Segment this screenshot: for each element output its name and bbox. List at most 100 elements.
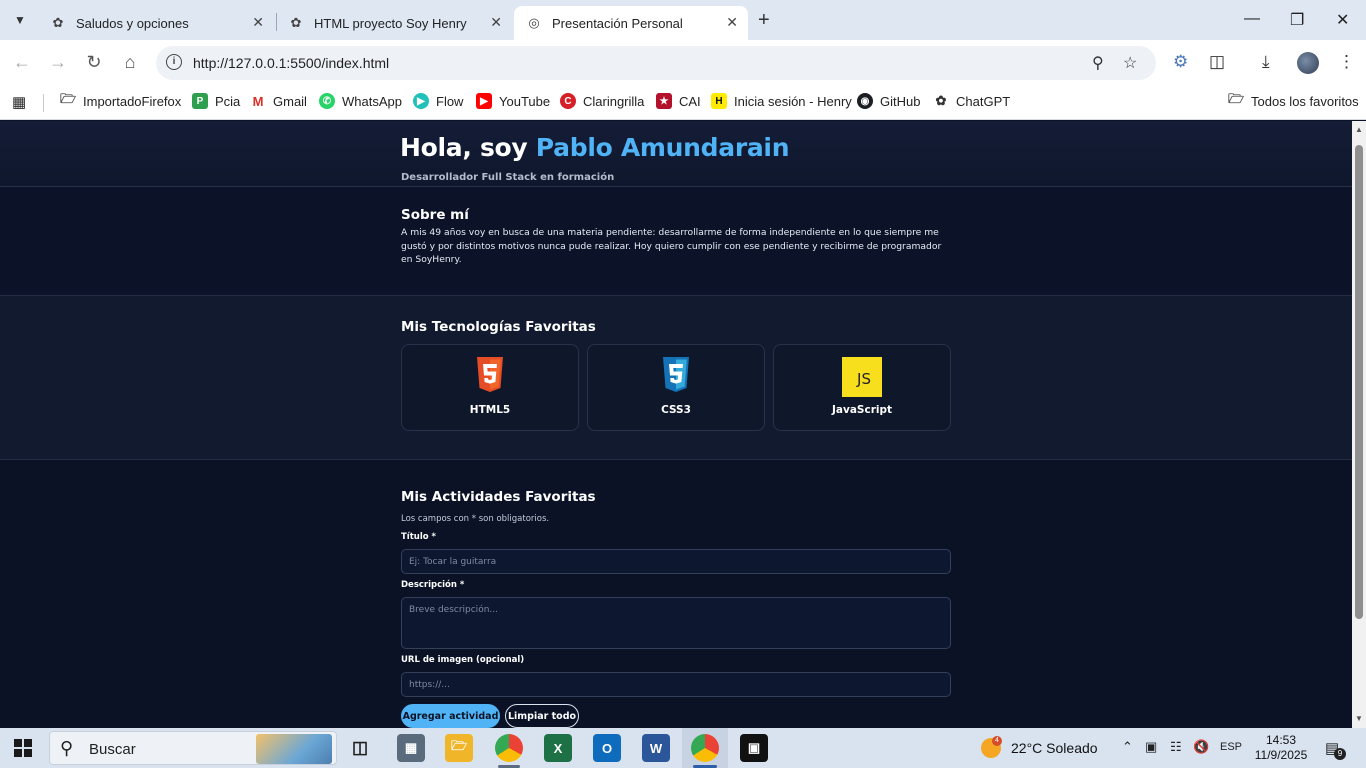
description-label: Descripción * — [401, 580, 465, 590]
scrollbar-thumb[interactable] — [1355, 145, 1363, 619]
close-icon[interactable]: ✕ — [252, 14, 264, 31]
description-textarea[interactable]: Breve descripción... — [401, 597, 951, 649]
scroll-down-icon[interactable]: ▼ — [1355, 714, 1363, 723]
chatgpt-icon: ✿ — [52, 15, 64, 30]
restore-icon[interactable]: ❐ — [1290, 10, 1304, 30]
bookmark-claringrilla[interactable]: C Claringrilla — [560, 93, 644, 109]
bookmark-whatsapp[interactable]: ✆ WhatsApp — [319, 93, 402, 109]
roblox-icon[interactable]: ▣ — [740, 734, 768, 762]
back-icon[interactable]: ← — [11, 52, 33, 73]
site-info-icon[interactable]: i — [166, 54, 182, 70]
tab-title: Presentación Personal — [552, 15, 683, 31]
bookmark-label: YouTube — [499, 93, 551, 109]
windows-taskbar: ⚲ Buscar ◫ ▦ 🗁 X O W ▣ 4 22°C Soleado ⌃ … — [0, 728, 1366, 768]
home-icon[interactable]: ⌂ — [119, 52, 141, 73]
excel-icon[interactable]: X — [544, 734, 572, 762]
chrome-icon[interactable] — [495, 734, 523, 762]
bookmark-label: Gmail — [273, 93, 307, 109]
calculator-icon[interactable]: ▦ — [397, 734, 425, 762]
scroll-up-icon[interactable]: ▲ — [1355, 125, 1363, 134]
tab-search-button[interactable]: ▼ — [6, 6, 34, 34]
youtube-icon: ▶ — [476, 93, 492, 109]
clock[interactable]: 14:53 11/9/2025 — [1253, 733, 1309, 763]
tab-title: Saludos y opciones — [76, 15, 189, 31]
notification-count: 9 — [1334, 748, 1346, 760]
minimize-icon[interactable]: — — [1244, 10, 1260, 28]
taskbar-search[interactable]: ⚲ Buscar — [49, 731, 337, 765]
css3-icon — [661, 357, 691, 397]
pcia-icon: P — [192, 93, 208, 109]
bookmark-flow[interactable]: ▶ Flow — [413, 93, 463, 109]
chatgpt-icon: ✿ — [290, 15, 302, 30]
menu-icon[interactable]: ⋮ — [1338, 52, 1355, 72]
forward-icon[interactable]: → — [47, 52, 69, 73]
display-icon[interactable]: ▣ — [1145, 739, 1157, 755]
tech-label: HTML5 — [469, 404, 511, 416]
tech-heading: Mis Tecnologías Favoritas — [401, 319, 596, 335]
file-explorer-icon[interactable]: 🗁 — [445, 734, 473, 762]
folder-icon: 🗁 — [59, 91, 77, 106]
tech-label: JavaScript — [831, 404, 893, 416]
language-indicator[interactable]: ESP — [1220, 741, 1242, 753]
title-input[interactable]: Ej: Tocar la guitarra — [401, 549, 951, 574]
page-scrollbar[interactable]: ▲ ▼ — [1352, 121, 1366, 728]
reload-icon[interactable]: ↻ — [83, 52, 105, 73]
tab-presentacion-personal[interactable]: ◎ Presentación Personal ✕ — [514, 6, 748, 40]
hero-header: Hola, soy Pablo Amundarain Desarrollador… — [0, 121, 1352, 187]
close-window-icon[interactable]: ✕ — [1336, 10, 1349, 30]
tab-bar: ▼ ✿ Saludos y opciones ✕ ✿ HTML proyecto… — [0, 0, 1366, 40]
network-icon[interactable]: ☷ — [1170, 739, 1182, 755]
all-bookmarks[interactable]: 🗁 Todos los favoritos — [1227, 91, 1359, 109]
flow-icon: ▶ — [413, 93, 429, 109]
extension-assistant-icon[interactable]: ⚙ — [1173, 52, 1188, 72]
new-tab-icon[interactable]: + — [758, 9, 770, 32]
gmail-icon: M — [250, 93, 266, 109]
activities-heading: Mis Actividades Favoritas — [401, 489, 596, 505]
word-icon[interactable]: W — [642, 734, 670, 762]
image-url-input[interactable]: https://... — [401, 672, 951, 697]
tab-saludos[interactable]: ✿ Saludos y opciones ✕ — [38, 6, 274, 40]
task-view-icon[interactable]: ◫ — [346, 734, 374, 762]
folder-icon: 🗁 — [1227, 91, 1245, 106]
avatar[interactable] — [1297, 52, 1319, 74]
tech-section: Mis Tecnologías Favoritas HTML5 CSS3 JS … — [0, 296, 1352, 460]
close-icon[interactable]: ✕ — [490, 14, 502, 31]
bookmark-henry[interactable]: H Inicia sesión - Henry — [711, 93, 852, 109]
weather-badge: 4 — [992, 736, 1002, 746]
globe-icon: ◎ — [528, 15, 540, 30]
page-title: Hola, soy Pablo Amundarain — [400, 133, 790, 162]
search-icon: ⚲ — [60, 738, 74, 758]
weather-text[interactable]: 22°C Soleado — [1011, 740, 1098, 756]
github-icon: ◉ — [857, 93, 873, 109]
bookmark-pcia[interactable]: P Pcia — [192, 93, 240, 109]
address-bar[interactable]: i http://127.0.0.1:5500/index.html ⚲ ☆ — [156, 46, 1156, 80]
extensions-icon[interactable]: ◫ — [1209, 52, 1225, 72]
tab-html-proyecto[interactable]: ✿ HTML proyecto Soy Henry ✕ — [276, 6, 512, 40]
bookmark-cai[interactable]: ★ CAI — [656, 93, 701, 109]
chrome-profile-icon[interactable] — [691, 734, 719, 762]
outlook-icon[interactable]: O — [593, 734, 621, 762]
javascript-glyph: JS — [857, 370, 871, 388]
close-icon[interactable]: ✕ — [726, 14, 738, 31]
bookmark-github[interactable]: ◉ GitHub — [857, 93, 920, 109]
tech-card-html5: HTML5 — [401, 344, 579, 431]
bookmark-gmail[interactable]: M Gmail — [250, 93, 307, 109]
zoom-icon[interactable]: ⚲ — [1092, 53, 1104, 73]
bookmark-chatgpt[interactable]: ✿ ChatGPT — [933, 93, 1011, 109]
page-viewport: Hola, soy Pablo Amundarain Desarrollador… — [0, 121, 1352, 728]
bookmark-star-icon[interactable]: ☆ — [1123, 53, 1137, 73]
bookmark-label: ImportadoFirefox — [83, 93, 182, 109]
bookmark-importadofirefox[interactable]: 🗁 ImportadoFirefox — [59, 91, 182, 109]
bookmark-youtube[interactable]: ▶ YouTube — [476, 93, 550, 109]
person-name: Pablo Amundarain — [535, 133, 790, 162]
clear-all-button[interactable]: Limpiar todo — [505, 704, 579, 728]
chevron-up-icon[interactable]: ⌃ — [1122, 739, 1133, 755]
download-icon[interactable]: ⤓ — [1262, 52, 1270, 72]
volume-muted-icon[interactable]: 🔇 — [1193, 739, 1209, 755]
add-activity-button[interactable]: Agregar actividad — [401, 704, 500, 728]
tech-card-javascript: JS JavaScript — [773, 344, 951, 431]
bookmarks-bar: ▦ 🗁 ImportadoFirefox P Pcia M Gmail ✆ Wh… — [0, 86, 1366, 120]
apps-icon[interactable]: ▦ — [12, 93, 26, 111]
windows-start-icon[interactable] — [14, 739, 32, 757]
url-text[interactable]: http://127.0.0.1:5500/index.html — [193, 55, 389, 71]
